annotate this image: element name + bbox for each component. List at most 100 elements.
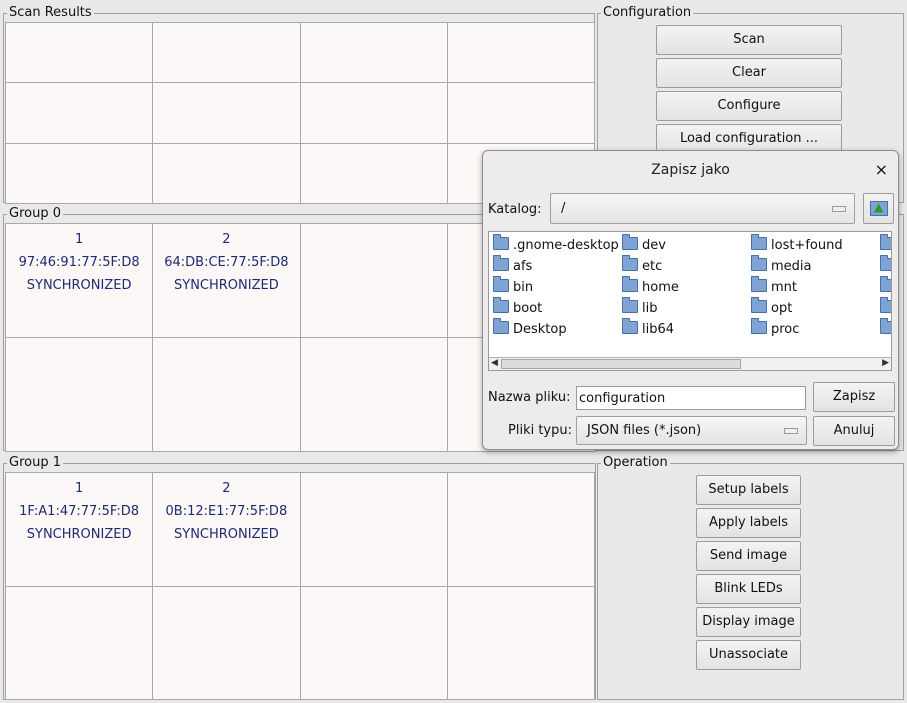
- scan-cell[interactable]: [153, 143, 300, 203]
- blink-leds-button[interactable]: Blink LEDs: [696, 574, 801, 604]
- folder-icon: [880, 255, 891, 271]
- folder-icon: [622, 234, 638, 250]
- display-image-button[interactable]: Display image: [696, 607, 801, 637]
- directory-label: Katalog:: [488, 202, 542, 217]
- file-item-partial[interactable]: [880, 255, 891, 277]
- dialog-title: Zapisz jako: [651, 162, 730, 178]
- up-folder-icon: [870, 200, 888, 216]
- folder-icon: [880, 276, 891, 292]
- folder-icon: [751, 234, 767, 250]
- file-item[interactable]: mnt: [751, 276, 797, 298]
- cell-index: 1: [74, 232, 84, 247]
- folder-icon: [751, 318, 767, 334]
- file-item[interactable]: etc: [622, 255, 662, 277]
- group0-cell-empty[interactable]: [153, 338, 300, 451]
- scan-cell[interactable]: [300, 83, 447, 143]
- group0-cell-2[interactable]: 2 64:DB:CE:77:5F:D8 SYNCHRONIZED: [153, 224, 300, 337]
- file-item[interactable]: dev: [622, 234, 666, 256]
- scan-cell[interactable]: [153, 83, 300, 143]
- group1-title: Group 1: [7, 455, 63, 471]
- group1-cell-2[interactable]: 2 0B:12:E1:77:5F:D8 SYNCHRONIZED: [153, 473, 300, 586]
- group1-cell-1[interactable]: 1 1F:A1:47:77:5F:D8 SYNCHRONIZED: [6, 473, 153, 586]
- scan-cell[interactable]: [447, 83, 594, 143]
- file-item-partial[interactable]: [880, 234, 891, 256]
- file-item-partial[interactable]: [880, 276, 891, 298]
- file-item[interactable]: lib64: [622, 318, 674, 340]
- scan-cell[interactable]: [6, 23, 153, 83]
- group1-cell-empty[interactable]: [447, 586, 594, 699]
- scroll-left-icon[interactable]: ◀: [491, 357, 498, 370]
- save-button[interactable]: Zapisz: [813, 382, 895, 412]
- scan-cell[interactable]: [447, 23, 594, 83]
- folder-icon: [622, 297, 638, 313]
- folder-icon: [751, 255, 767, 271]
- group1-cell-empty[interactable]: [300, 473, 447, 586]
- file-item[interactable]: home: [622, 276, 679, 298]
- filename-input[interactable]: [576, 386, 806, 410]
- folder-icon: [880, 297, 891, 313]
- folder-icon: [880, 234, 891, 250]
- group1-cell-empty[interactable]: [6, 586, 153, 699]
- close-icon[interactable]: ×: [875, 160, 888, 180]
- file-item-partial[interactable]: [880, 318, 891, 340]
- cell-index: 2: [222, 232, 231, 247]
- scan-cell[interactable]: [6, 143, 153, 203]
- cell-mac: 97:46:91:77:5F:D8: [18, 255, 140, 270]
- file-item[interactable]: afs: [493, 255, 532, 277]
- file-item[interactable]: .gnome-desktop: [493, 234, 619, 256]
- folder-icon: [751, 276, 767, 292]
- directory-combo[interactable]: /: [550, 193, 855, 224]
- scan-cell[interactable]: [300, 23, 447, 83]
- filetype-label: Pliki typu:: [508, 423, 572, 438]
- scroll-thumb[interactable]: [501, 359, 741, 369]
- cell-index: 1: [74, 481, 84, 496]
- file-item[interactable]: boot: [493, 297, 542, 319]
- group1-cell-empty[interactable]: [447, 473, 594, 586]
- group1-grid: 1 1F:A1:47:77:5F:D8 SYNCHRONIZED 2 0B:12…: [5, 472, 595, 700]
- file-item[interactable]: Desktop: [493, 318, 567, 340]
- folder-icon: [493, 297, 509, 313]
- scan-cell[interactable]: [6, 83, 153, 143]
- file-item[interactable]: proc: [751, 318, 799, 340]
- filetype-combo[interactable]: JSON files (*.json): [576, 416, 807, 445]
- configure-button[interactable]: Configure: [656, 91, 842, 121]
- cell-status: SYNCHRONIZED: [174, 527, 279, 542]
- send-image-button[interactable]: Send image: [696, 541, 801, 571]
- scan-cell[interactable]: [153, 23, 300, 83]
- scan-results-title: Scan Results: [7, 5, 94, 21]
- apply-labels-button[interactable]: Apply labels: [696, 508, 801, 538]
- group0-cell-empty[interactable]: [300, 338, 447, 451]
- group0-cell-1[interactable]: 1 97:46:91:77:5F:D8 SYNCHRONIZED: [6, 224, 153, 337]
- file-item[interactable]: media: [751, 255, 812, 277]
- setup-labels-button[interactable]: Setup labels: [696, 475, 801, 505]
- up-folder-button[interactable]: [863, 193, 894, 224]
- group0-cell-empty[interactable]: [300, 224, 447, 337]
- cell-index: 2: [222, 481, 231, 496]
- file-list[interactable]: .gnome-desktop afs bin boot Desktop dev …: [488, 231, 892, 371]
- cell-status: SYNCHRONIZED: [26, 278, 132, 293]
- clear-button[interactable]: Clear: [656, 58, 842, 88]
- horizontal-scrollbar[interactable]: ◀ ▶: [489, 357, 891, 370]
- folder-icon: [622, 276, 638, 292]
- cancel-button[interactable]: Anuluj: [813, 416, 895, 446]
- file-item[interactable]: bin: [493, 276, 533, 298]
- group0-cell-empty[interactable]: [6, 338, 153, 451]
- folder-icon: [880, 318, 891, 334]
- group0-title: Group 0: [7, 206, 63, 222]
- file-item-partial[interactable]: [880, 297, 891, 319]
- group1-cell-empty[interactable]: [153, 586, 300, 699]
- file-item[interactable]: lost+found: [751, 234, 843, 256]
- folder-icon: [751, 297, 767, 313]
- cell-mac: 1F:A1:47:77:5F:D8: [19, 504, 140, 519]
- scroll-right-icon[interactable]: ▶: [882, 357, 889, 370]
- file-item[interactable]: lib: [622, 297, 657, 319]
- file-item[interactable]: opt: [751, 297, 792, 319]
- chevron-down-icon: [832, 205, 846, 212]
- group1-cell-empty[interactable]: [300, 586, 447, 699]
- folder-icon: [493, 255, 509, 271]
- scan-cell[interactable]: [300, 143, 447, 203]
- unassociate-button[interactable]: Unassociate: [696, 640, 801, 670]
- directory-value: /: [561, 201, 566, 216]
- folder-icon: [493, 276, 509, 292]
- scan-button[interactable]: Scan: [656, 25, 842, 55]
